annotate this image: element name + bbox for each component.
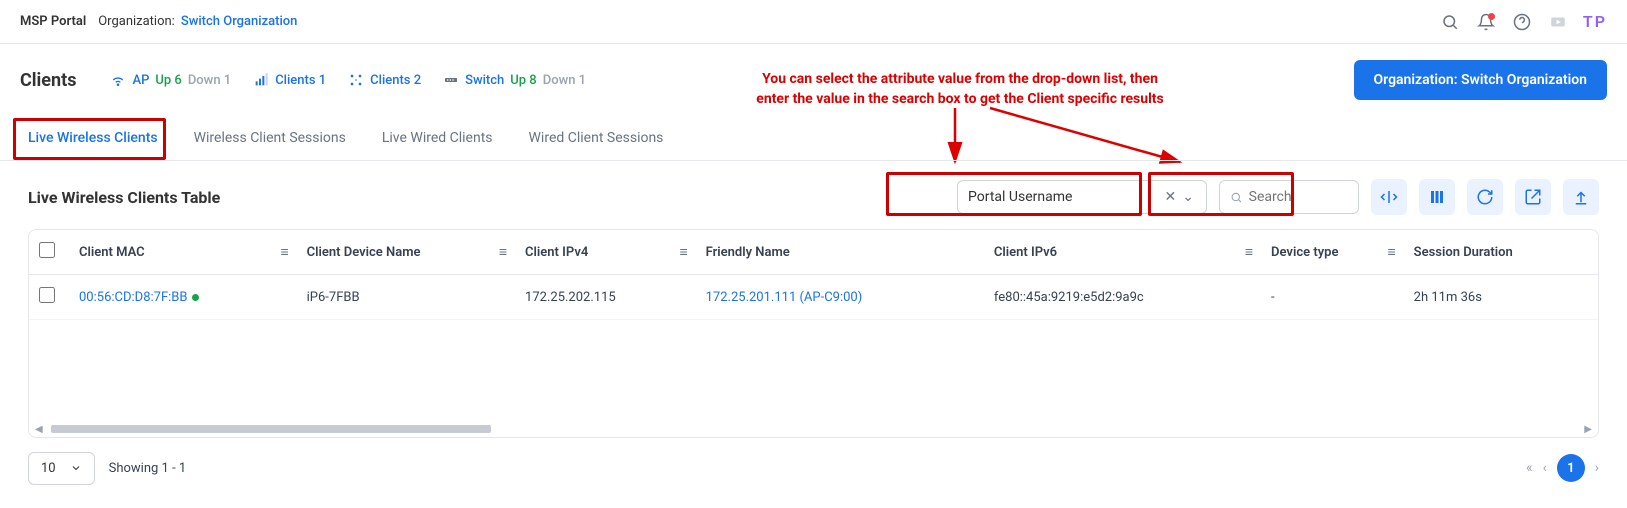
status-row: Clients AP Up 6 Down 1 Clients 1 Clients… [0,44,1627,110]
avatar[interactable]: TP [1583,12,1607,31]
column-menu-icon[interactable]: ≡ [499,244,507,261]
table-header-row: Client MAC≡ Client Device Name≡ Client I… [29,230,1598,275]
col-client-mac[interactable]: Client MAC≡ [69,230,297,275]
table-row[interactable]: 00:56:CD:D8:7F:BB iP6-7FBB 172.25.202.11… [29,275,1598,320]
cell-device-type: - [1261,275,1404,320]
columns-icon[interactable] [1419,179,1455,215]
horizontal-scrollbar[interactable]: ◀ ▶ [29,420,1598,437]
signal-icon [253,72,269,88]
annotation-box-search [1148,172,1294,216]
col-friendly[interactable]: Friendly Name [696,230,984,275]
help-icon[interactable] [1507,7,1537,37]
tab-wired-client-sessions[interactable]: Wired Client Sessions [529,122,664,160]
column-menu-icon[interactable]: ≡ [1388,244,1396,261]
page-title: Clients [20,70,76,91]
status-dot-icon [192,294,199,301]
col-session[interactable]: Session Duration [1404,230,1598,275]
fit-columns-icon[interactable] [1371,179,1407,215]
scroll-left-icon[interactable]: ◀ [35,424,43,435]
column-menu-icon[interactable]: ≡ [1245,244,1253,261]
tabs: Live Wireless Clients Wireless Client Se… [0,110,1627,161]
switch-org-link[interactable]: Switch Organization [181,14,298,29]
tab-live-wired-clients[interactable]: Live Wired Clients [382,122,493,160]
stat-switch[interactable]: Switch Up 8 Down 1 [443,72,586,88]
column-menu-icon[interactable]: ≡ [679,244,687,261]
portal-label: MSP Portal [20,14,86,29]
col-ipv6[interactable]: Client IPv6≡ [984,230,1261,275]
col-ipv4[interactable]: Client IPv4≡ [515,230,696,275]
cell-friendly[interactable]: 172.25.201.111 (AP-C9:00) [706,290,863,305]
stat-ap[interactable]: AP Up 6 Down 1 [110,72,231,88]
page-size-select[interactable]: 10 [28,452,95,485]
org-switch-button[interactable]: Organization: Switch Organization [1354,60,1607,100]
page-prev-icon[interactable]: ‹ [1543,460,1547,476]
video-icon[interactable] [1543,7,1573,37]
annotation-box-dropdown [886,172,1142,216]
column-menu-icon[interactable]: ≡ [280,244,288,261]
row-checkbox[interactable] [39,287,55,303]
col-device-name[interactable]: Client Device Name≡ [297,230,515,275]
table-title: Live Wireless Clients Table [28,188,220,207]
scroll-right-icon[interactable]: ▶ [1584,424,1592,435]
notifications-icon[interactable] [1471,7,1501,37]
stat-clients2[interactable]: Clients 2 [348,72,421,88]
cell-ipv6: fe80::45a:9219:e5d2:9a9c [984,275,1261,320]
search-icon[interactable] [1435,7,1465,37]
nodes-icon [348,72,364,88]
top-header: MSP Portal Organization: Switch Organiza… [0,0,1627,44]
showing-text: Showing 1 - 1 [109,461,187,476]
page-next-icon[interactable]: › [1595,460,1599,476]
cell-device-name: iP6-7FBB [297,275,515,320]
col-device-type[interactable]: Device type≡ [1261,230,1404,275]
org-label: Organization: [98,14,175,29]
cell-session: 2h 11m 36s [1404,275,1598,320]
cell-ipv4: 172.25.202.115 [515,275,696,320]
scroll-thumb[interactable] [51,425,491,433]
annotation-box-tab [13,118,166,160]
refresh-icon[interactable] [1467,179,1503,215]
page-nav: « ‹ 1 › [1526,454,1599,482]
chevron-down-icon [70,462,82,474]
tab-wireless-client-sessions[interactable]: Wireless Client Sessions [194,122,346,160]
table-toolbar: Live Wireless Clients Table Portal Usern… [0,161,1627,229]
select-all-checkbox[interactable] [39,242,55,258]
stat-clients1[interactable]: Clients 1 [253,72,326,88]
clients-table: Client MAC≡ Client Device Name≡ Client I… [28,229,1599,438]
notification-dot [1488,13,1495,20]
page-current[interactable]: 1 [1557,454,1585,482]
pagination: 10 Showing 1 - 1 « ‹ 1 › [0,438,1627,499]
page-first-icon[interactable]: « [1526,460,1533,476]
upload-icon[interactable] [1563,179,1599,215]
switch-icon [443,72,459,88]
export-icon[interactable] [1515,179,1551,215]
cell-mac[interactable]: 00:56:CD:D8:7F:BB [79,290,188,305]
wifi-icon [110,72,126,88]
